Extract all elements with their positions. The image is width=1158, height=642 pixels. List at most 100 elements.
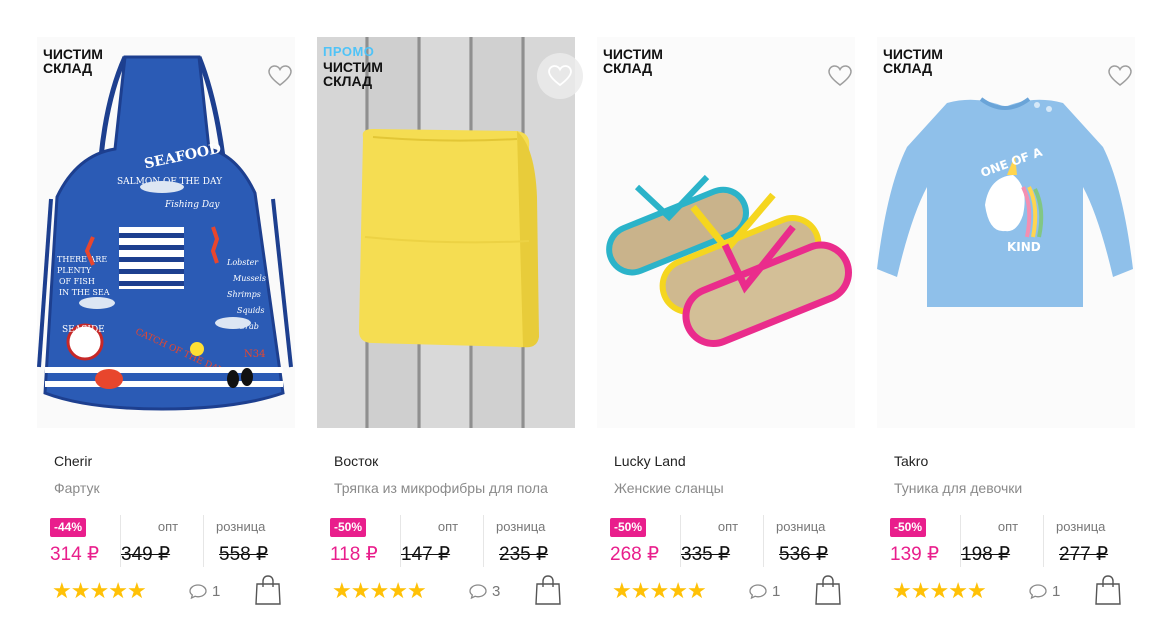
comments-count: 1	[212, 583, 221, 600]
product-brand[interactable]: Lucky Land	[614, 453, 686, 469]
product-image[interactable]: SEAFOOD SALMON OF THE DAY Fishing Day TH…	[37, 37, 295, 428]
badges: ЧИСТИМ СКЛАД	[883, 45, 963, 75]
wholesale-label: опт	[437, 519, 459, 534]
wholesale-label: опт	[157, 519, 179, 534]
current-price: 268 ₽	[610, 544, 660, 565]
product-image[interactable]	[317, 37, 575, 428]
shopping-bag-icon[interactable]	[255, 575, 281, 605]
promo-badge: ПРОМО	[323, 44, 375, 59]
retail-price: 277 ₽	[1059, 544, 1109, 565]
apron-image: SEAFOOD SALMON OF THE DAY Fishing Day TH…	[37, 37, 295, 428]
star-icon: ★	[649, 578, 669, 603]
price-row: -50% 139 ₽ опт 198 ₽ розница 277 ₽	[890, 515, 1135, 567]
wholesale-label: опт	[997, 519, 1019, 534]
shopping-bag-icon[interactable]	[535, 575, 561, 605]
favorite-button[interactable]	[817, 53, 863, 99]
product-brand[interactable]: Cherir	[54, 453, 92, 469]
favorite-button[interactable]	[1097, 53, 1143, 99]
badges: ПРОМО ЧИСТИМ СКЛАД	[323, 45, 403, 88]
svg-text:SEASIDE: SEASIDE	[62, 325, 105, 335]
star-icon: ★	[52, 578, 72, 603]
svg-text:KIND: KIND	[1007, 240, 1041, 254]
product-brand[interactable]: Восток	[334, 453, 378, 469]
product-title[interactable]: Туника для девочки	[894, 480, 1022, 496]
star-icon: ★	[892, 578, 912, 603]
product-card[interactable]: SEAFOOD SALMON OF THE DAY Fishing Day TH…	[37, 37, 317, 637]
product-card[interactable]: ONE OF A KIND ЧИСТИМ СКЛАД Takro Туника …	[877, 37, 1157, 637]
product-image[interactable]	[597, 37, 855, 428]
product-grid: SEAFOOD SALMON OF THE DAY Fishing Day TH…	[37, 37, 1157, 637]
wholesale-price: 147 ₽	[401, 544, 451, 565]
star-icon: ★	[332, 578, 352, 603]
rating-stars[interactable]: ★ ★ ★ ★ ★	[332, 578, 427, 603]
retail-label: розница	[1056, 519, 1106, 534]
comments-link[interactable]: 1	[749, 583, 780, 600]
microfiber-cloth-image	[317, 37, 575, 428]
product-title[interactable]: Фартук	[54, 480, 100, 496]
retail-price: 536 ₽	[779, 544, 829, 565]
star-icon: ★	[966, 578, 987, 603]
product-brand[interactable]: Takro	[894, 453, 928, 469]
comments-link[interactable]: 3	[469, 583, 500, 600]
product-card[interactable]: ПРОМО ЧИСТИМ СКЛАД Восток Тряпка из микр…	[317, 37, 597, 637]
rating-stars[interactable]: ★ ★ ★ ★ ★	[892, 578, 987, 603]
favorite-button[interactable]	[537, 53, 583, 99]
star-icon: ★	[126, 578, 147, 603]
wholesale-price-block: опт 147 ₽	[400, 515, 483, 567]
card-footer: ★ ★ ★ ★ ★ 1	[892, 575, 1137, 607]
rating-stars[interactable]: ★ ★ ★ ★ ★	[612, 578, 707, 603]
svg-text:Lobster: Lobster	[226, 258, 259, 267]
price-row: -44% 314 ₽ опт 349 ₽ розница 558 ₽	[50, 515, 295, 567]
badges: ЧИСТИМ СКЛАД	[603, 45, 683, 75]
heart-icon	[548, 65, 572, 87]
star-icon: ★	[89, 578, 109, 603]
speech-bubble-icon	[749, 584, 767, 599]
speech-bubble-icon	[469, 584, 487, 599]
product-title[interactable]: Женские сланцы	[614, 480, 724, 496]
wholesale-price-block: опт 198 ₽	[960, 515, 1043, 567]
card-footer: ★ ★ ★ ★ ★ 3	[332, 575, 577, 607]
product-image[interactable]: ONE OF A KIND	[877, 37, 1135, 428]
speech-bubble-icon	[1029, 584, 1047, 599]
current-price: 118 ₽	[330, 544, 378, 565]
retail-label: розница	[776, 519, 826, 534]
star-icon: ★	[612, 578, 632, 603]
comments-count: 3	[492, 583, 501, 600]
clearance-badge: ЧИСТИМ СКЛАД	[43, 46, 103, 76]
star-icon: ★	[630, 578, 651, 603]
comments-link[interactable]: 1	[189, 583, 220, 600]
star-icon: ★	[929, 578, 949, 603]
discount-badge: -44%	[50, 518, 87, 537]
shopping-bag-icon[interactable]	[1095, 575, 1121, 605]
discount-badge: -50%	[330, 518, 367, 537]
shopping-bag-icon[interactable]	[815, 575, 841, 605]
svg-text:Fishing Day: Fishing Day	[164, 200, 220, 210]
comments-count: 1	[772, 583, 781, 600]
product-card[interactable]: ЧИСТИМ СКЛАД Lucky Land Женские сланцы -…	[597, 37, 877, 637]
product-title[interactable]: Тряпка из микрофибры для пола	[334, 480, 548, 496]
svg-text:OF FISH: OF FISH	[59, 277, 95, 286]
flip-flops-image	[597, 37, 855, 428]
favorite-button[interactable]	[257, 53, 303, 99]
current-price-block: -50% 118 ₽	[330, 515, 400, 567]
price-row: -50% 118 ₽ опт 147 ₽ розница 235 ₽	[330, 515, 575, 567]
tunic-image: ONE OF A KIND	[877, 37, 1135, 428]
rating-stars[interactable]: ★ ★ ★ ★ ★	[52, 578, 147, 603]
comments-link[interactable]: 1	[1029, 583, 1060, 600]
card-footer: ★ ★ ★ ★ ★ 1	[612, 575, 857, 607]
retail-price-block: розница 558 ₽	[203, 515, 295, 567]
star-icon: ★	[910, 578, 931, 603]
current-price: 139 ₽	[890, 544, 940, 565]
clearance-badge: ЧИСТИМ СКЛАД	[323, 59, 383, 89]
price-row: -50% 268 ₽ опт 335 ₽ розница 536 ₽	[610, 515, 855, 567]
current-price: 314 ₽	[50, 544, 100, 565]
retail-label: розница	[216, 519, 266, 534]
comments-count: 1	[1052, 583, 1061, 600]
star-icon: ★	[388, 578, 408, 603]
wholesale-price: 335 ₽	[681, 544, 731, 565]
badges: ЧИСТИМ СКЛАД	[43, 45, 123, 75]
retail-price-block: розница 277 ₽	[1043, 515, 1135, 567]
star-icon: ★	[406, 578, 427, 603]
speech-bubble-icon	[189, 584, 207, 599]
wholesale-label: опт	[717, 519, 739, 534]
